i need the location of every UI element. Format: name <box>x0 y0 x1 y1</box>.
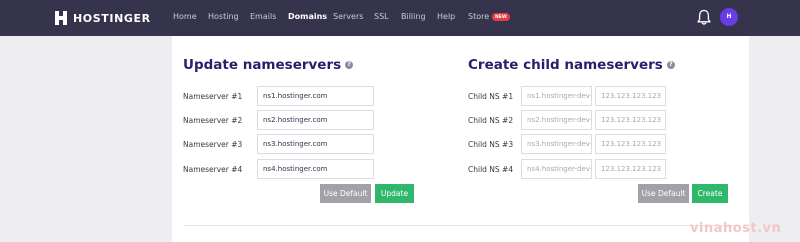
user-avatar[interactable]: H <box>720 8 738 26</box>
brand-name: HOSTINGER <box>73 11 151 25</box>
child-ns-1-ip-input[interactable]: 123.123.123.123 <box>595 86 666 106</box>
nav-item-emails[interactable]: Emails <box>250 12 276 21</box>
child-ns-3-host-input[interactable]: ns3.hostinger-dev-9 <box>521 134 592 154</box>
hostinger-logo-icon <box>55 11 67 25</box>
child-ns-3-label: Child NS #3 <box>468 140 514 149</box>
update-nameservers-title-text: Update nameservers <box>183 57 342 73</box>
child-ns-3-ip-input[interactable]: 123.123.123.123 <box>595 134 666 154</box>
child-nameservers-title: Create child nameservers? <box>468 57 675 73</box>
child-ns-4-label: Child NS #4 <box>468 165 514 174</box>
child-ns-1-label: Child NS #1 <box>468 92 514 101</box>
bell-icon[interactable] <box>697 9 711 26</box>
help-icon[interactable]: ? <box>345 61 354 69</box>
child-ns-2-ip-input[interactable]: 123.123.123.123 <box>595 110 666 130</box>
update-nameservers-title: Update nameservers? <box>183 57 354 73</box>
nav-item-help[interactable]: Help <box>437 12 455 21</box>
nameserver-4-input[interactable]: ns4.hostinger.com <box>257 159 374 179</box>
child-use-default-button[interactable]: Use Default <box>638 184 689 203</box>
create-button[interactable]: Create <box>692 184 728 203</box>
top-navigation-bar: HOSTINGER Home Hosting Emails Domains Se… <box>0 0 800 36</box>
child-ns-2-host-input[interactable]: ns2.hostinger-dev-9 <box>521 110 592 130</box>
store-new-badge: NEW <box>492 13 510 21</box>
nameserver-2-label: Nameserver #2 <box>183 116 243 125</box>
nav-item-hosting[interactable]: Hosting <box>208 12 239 21</box>
nameserver-4-label: Nameserver #4 <box>183 165 243 174</box>
nav-item-ssl[interactable]: SSL <box>374 12 389 21</box>
nameserver-3-label: Nameserver #3 <box>183 140 243 149</box>
nameserver-1-input[interactable]: ns1.hostinger.com <box>257 86 374 106</box>
nameserver-1-label: Nameserver #1 <box>183 92 243 101</box>
use-default-button[interactable]: Use Default <box>320 184 371 203</box>
card-divider <box>184 225 738 226</box>
update-button[interactable]: Update <box>375 184 414 203</box>
child-ns-4-host-input[interactable]: ns4.hostinger-dev-9 <box>521 159 592 179</box>
nav-item-billing[interactable]: Billing <box>401 12 426 21</box>
child-ns-4-ip-input[interactable]: 123.123.123.123 <box>595 159 666 179</box>
child-ns-2-label: Child NS #2 <box>468 116 514 125</box>
nav-item-servers[interactable]: Servers <box>333 12 363 21</box>
nav-item-home[interactable]: Home <box>173 12 197 21</box>
child-ns-1-host-input[interactable]: ns1.hostinger-dev-9 <box>521 86 592 106</box>
nameserver-3-input[interactable]: ns3.hostinger.com <box>257 134 374 154</box>
child-nameservers-title-text: Create child nameservers <box>468 57 663 73</box>
help-icon[interactable]: ? <box>666 61 675 69</box>
brand-logo[interactable]: HOSTINGER <box>55 11 151 25</box>
watermark: vinahost.vn <box>690 221 782 236</box>
nav-item-domains[interactable]: Domains <box>288 12 327 21</box>
nav-item-store[interactable]: Store <box>468 12 489 21</box>
nameserver-2-input[interactable]: ns2.hostinger.com <box>257 110 374 130</box>
